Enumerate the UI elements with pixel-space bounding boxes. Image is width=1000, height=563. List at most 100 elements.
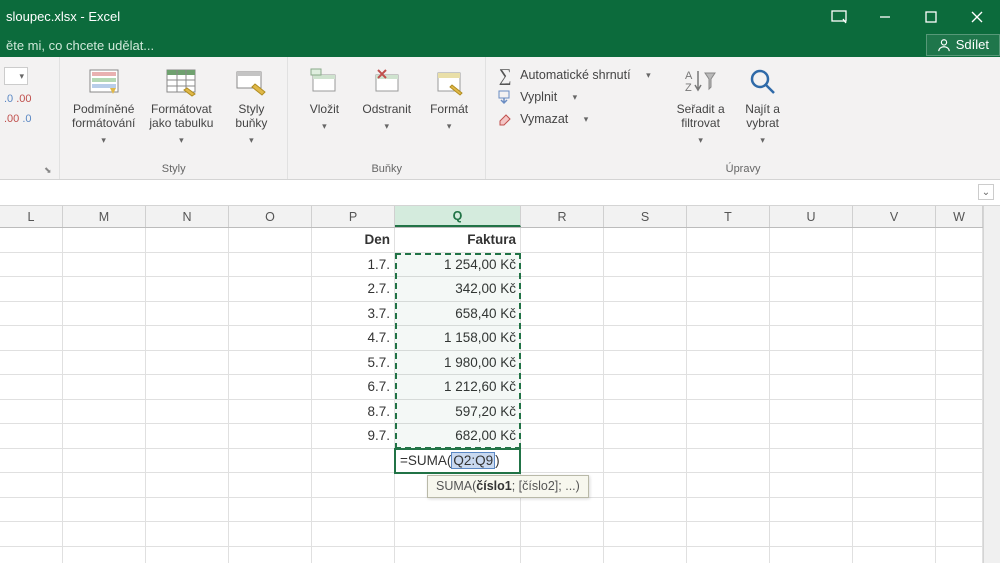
cell[interactable]	[63, 253, 146, 277]
column-header-M[interactable]: M	[63, 206, 146, 227]
cell[interactable]	[770, 449, 853, 473]
cell[interactable]	[936, 326, 983, 350]
cell[interactable]	[312, 522, 395, 546]
cell[interactable]: 342,00 Kč	[395, 277, 521, 301]
cell[interactable]	[146, 375, 229, 399]
cell[interactable]	[521, 400, 604, 424]
cell[interactable]	[146, 424, 229, 448]
cell[interactable]	[687, 302, 770, 326]
cell[interactable]	[0, 351, 63, 375]
cell[interactable]: 9.7.	[312, 424, 395, 448]
cell[interactable]: 6.7.	[312, 375, 395, 399]
cell[interactable]	[229, 449, 312, 473]
cell[interactable]: 1 158,00 Kč	[395, 326, 521, 350]
cell[interactable]	[853, 228, 936, 252]
active-cell[interactable]: =SUMA(Q2:Q9)	[394, 448, 521, 475]
cell[interactable]	[521, 547, 604, 563]
cell[interactable]	[521, 326, 604, 350]
cell[interactable]: 3.7.	[312, 302, 395, 326]
cell[interactable]	[229, 547, 312, 563]
number-dialog-launcher-icon[interactable]: ⬊	[44, 165, 52, 176]
cell[interactable]	[687, 424, 770, 448]
cell[interactable]	[63, 375, 146, 399]
formula-bar-expand-icon[interactable]: ⌄	[978, 184, 994, 200]
cell[interactable]	[853, 473, 936, 497]
cell[interactable]	[687, 400, 770, 424]
column-header-U[interactable]: U	[770, 206, 853, 227]
column-header-V[interactable]: V	[853, 206, 936, 227]
column-header-W[interactable]: W	[936, 206, 983, 227]
cell[interactable]	[146, 498, 229, 522]
find-select-button[interactable]: Najít a vybrat▾	[733, 61, 793, 149]
column-header-N[interactable]: N	[146, 206, 229, 227]
fill-button[interactable]: Vyplnit ▾	[492, 87, 654, 107]
cell[interactable]: 1.7.	[312, 253, 395, 277]
cell[interactable]	[146, 326, 229, 350]
cell[interactable]	[687, 277, 770, 301]
column-header-Q[interactable]: Q	[395, 206, 521, 227]
cell[interactable]	[229, 400, 312, 424]
cell[interactable]: 4.7.	[312, 326, 395, 350]
cell[interactable]	[63, 277, 146, 301]
cell[interactable]	[521, 302, 604, 326]
cell[interactable]	[853, 449, 936, 473]
cell[interactable]	[604, 302, 687, 326]
cell[interactable]	[936, 277, 983, 301]
cell[interactable]	[687, 473, 770, 497]
cell[interactable]	[146, 277, 229, 301]
cell[interactable]: 8.7.	[312, 400, 395, 424]
format-button[interactable]: Formát▾	[419, 61, 479, 135]
maximize-button[interactable]	[908, 0, 954, 33]
cell[interactable]	[853, 302, 936, 326]
cell[interactable]	[146, 253, 229, 277]
cell[interactable]	[770, 375, 853, 399]
cell[interactable]	[0, 277, 63, 301]
cell[interactable]	[63, 228, 146, 252]
cell[interactable]	[604, 473, 687, 497]
cell[interactable]: 658,40 Kč	[395, 302, 521, 326]
cell[interactable]	[687, 351, 770, 375]
cell[interactable]	[936, 351, 983, 375]
vertical-scrollbar[interactable]	[983, 206, 1000, 563]
worksheet-grid[interactable]: LMNOPQRSTUVW DenFaktura1.7.1 254,00 Kč2.…	[0, 206, 1000, 563]
column-header-R[interactable]: R	[521, 206, 604, 227]
cell[interactable]	[770, 424, 853, 448]
cell[interactable]	[521, 253, 604, 277]
cell[interactable]	[0, 253, 63, 277]
cell[interactable]	[936, 424, 983, 448]
column-header-L[interactable]: L	[0, 206, 63, 227]
column-headers[interactable]: LMNOPQRSTUVW	[0, 206, 1000, 228]
cell[interactable]	[853, 253, 936, 277]
cell[interactable]	[521, 522, 604, 546]
cell[interactable]	[63, 424, 146, 448]
sort-filter-button[interactable]: AZ Seřadit a filtrovat▾	[671, 61, 731, 149]
cell[interactable]	[0, 473, 63, 497]
cell[interactable]	[936, 449, 983, 473]
cell[interactable]	[312, 498, 395, 522]
cell[interactable]	[687, 498, 770, 522]
cell[interactable]	[229, 351, 312, 375]
cell[interactable]: 2.7.	[312, 277, 395, 301]
cell[interactable]	[687, 375, 770, 399]
conditional-formatting-button[interactable]: Podmíněné formátování▾	[66, 61, 141, 149]
cell[interactable]: 1 980,00 Kč	[395, 351, 521, 375]
cell[interactable]	[853, 351, 936, 375]
cell[interactable]: 597,20 Kč	[395, 400, 521, 424]
cell[interactable]	[521, 424, 604, 448]
column-header-P[interactable]: P	[312, 206, 395, 227]
cell[interactable]	[229, 326, 312, 350]
cell[interactable]	[687, 228, 770, 252]
cell[interactable]	[229, 522, 312, 546]
tell-me-bar[interactable]: ěte mi, co chcete udělat... Sdílet	[0, 33, 1000, 57]
cell[interactable]	[604, 400, 687, 424]
cell[interactable]	[936, 498, 983, 522]
cell[interactable]	[229, 228, 312, 252]
cell[interactable]	[0, 424, 63, 448]
cell[interactable]	[770, 351, 853, 375]
cell[interactable]	[146, 351, 229, 375]
cell[interactable]	[936, 522, 983, 546]
cell[interactable]	[0, 449, 63, 473]
cell[interactable]	[853, 547, 936, 563]
cell[interactable]	[63, 522, 146, 546]
cell[interactable]	[936, 473, 983, 497]
